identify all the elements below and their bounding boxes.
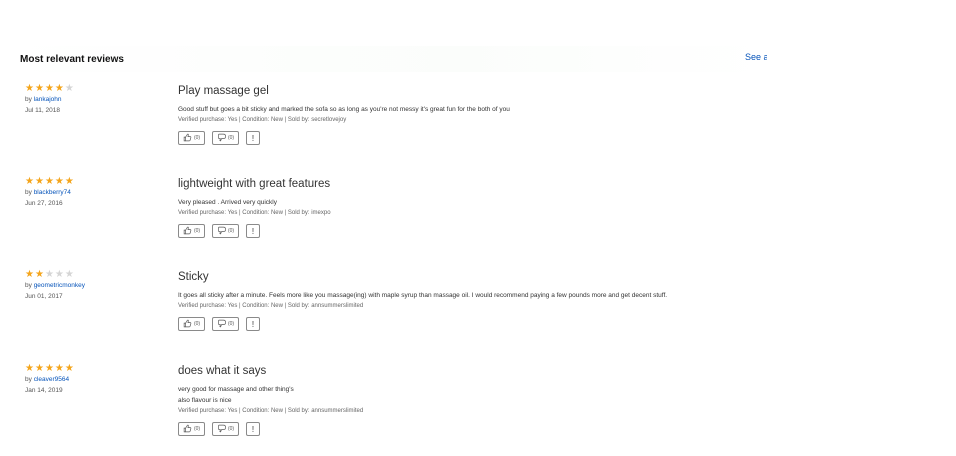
report-button[interactable]: ! (246, 224, 260, 238)
review-title: does what it says (178, 365, 267, 377)
review-content: does what it says very good for massage … (178, 364, 938, 436)
star-rating: ★ ★ ★ ★ ★ (25, 84, 165, 94)
review-byline: by blackberry74 (25, 189, 165, 196)
review-meta: Verified purchase: Yes | Condition: New … (178, 210, 331, 216)
review-actions: (0) (0) ! (178, 422, 938, 436)
not-helpful-button[interactable]: (0) (212, 224, 239, 238)
star-rating: ★ ★ ★ ★ ★ (25, 177, 165, 187)
review-actions: (0) (0) ! (178, 224, 938, 238)
star-filled-icon: ★ (64, 363, 74, 374)
star-filled-icon: ★ (34, 363, 44, 374)
helpful-count: (0) (193, 426, 201, 432)
by-prefix: by (25, 189, 32, 196)
review-author-column: ★ ★ ★ ★ ★ by lankajohn Jul 11, 2018 (25, 84, 165, 115)
helpful-count: (0) (193, 135, 201, 141)
star-filled-icon: ★ (34, 83, 44, 94)
review-actions: (0) (0) ! (178, 131, 938, 145)
report-button[interactable]: ! (246, 131, 260, 145)
star-filled-icon: ★ (54, 83, 64, 94)
star-filled-icon: ★ (25, 269, 34, 280)
reviewer-link[interactable]: geometricmonkey (34, 282, 85, 289)
by-prefix: by (25, 376, 32, 383)
star-filled-icon: ★ (34, 269, 44, 280)
reviewer-link[interactable]: cleaver9564 (34, 376, 69, 383)
thumbs-down-icon (217, 133, 226, 144)
review-body: Very pleased . Arrived very quickly (178, 197, 938, 208)
section-title: Most relevant reviews (20, 54, 124, 65)
review-date: Jun 27, 2016 (25, 200, 63, 207)
unhelpful-count: (0) (227, 426, 235, 432)
unhelpful-count: (0) (227, 321, 235, 327)
review-author-column: ★ ★ ★ ★ ★ by geometricmonkey Jun 01, 2017 (25, 270, 165, 301)
star-empty-icon: ★ (54, 269, 64, 280)
review-byline: by geometricmonkey (25, 282, 165, 289)
star-filled-icon: ★ (44, 83, 54, 94)
reviewer-link[interactable]: blackberry74 (34, 189, 71, 196)
not-helpful-button[interactable]: (0) (212, 131, 239, 145)
star-empty-icon: ★ (64, 83, 74, 94)
see-all-reviews-link[interactable]: See all (745, 52, 767, 62)
review-actions: (0) (0) ! (178, 317, 938, 331)
review-date: Jul 11, 2018 (25, 107, 60, 114)
star-filled-icon: ★ (44, 176, 54, 187)
review-byline: by lankajohn (25, 96, 165, 103)
thumbs-up-icon (183, 319, 192, 330)
thumbs-up-icon (183, 424, 192, 435)
star-filled-icon: ★ (25, 176, 34, 187)
star-rating: ★ ★ ★ ★ ★ (25, 364, 165, 374)
review-title: lightweight with great features (178, 178, 331, 190)
review-body: Good stuff but goes a bit sticky and mar… (178, 104, 938, 115)
report-button[interactable]: ! (246, 422, 260, 436)
review-body-line: Good stuff but goes a bit sticky and mar… (178, 106, 510, 113)
review-date: Jun 01, 2017 (25, 293, 63, 300)
review-content: Sticky It goes all sticky after a minute… (178, 270, 938, 331)
star-rating: ★ ★ ★ ★ ★ (25, 270, 165, 280)
review-body-line: Very pleased . Arrived very quickly (178, 199, 277, 206)
star-empty-icon: ★ (44, 269, 54, 280)
thumbs-down-icon (217, 319, 226, 330)
review-meta: Verified purchase: Yes | Condition: New … (178, 117, 347, 123)
review-byline: by cleaver9564 (25, 376, 165, 383)
helpful-count: (0) (193, 321, 201, 327)
thumbs-up-icon (183, 133, 192, 144)
reviewer-link[interactable]: lankajohn (34, 96, 62, 103)
thumbs-down-icon (217, 424, 226, 435)
review-content: Play massage gel Good stuff but goes a b… (178, 84, 938, 145)
star-filled-icon: ★ (54, 176, 64, 187)
review-body-line: very good for massage and other thing's (178, 386, 294, 393)
thumbs-up-icon (183, 226, 192, 237)
review-body: very good for massage and other thing's a… (178, 384, 938, 406)
by-prefix: by (25, 96, 32, 103)
helpful-count: (0) (193, 228, 201, 234)
star-filled-icon: ★ (54, 363, 64, 374)
unhelpful-count: (0) (227, 135, 235, 141)
not-helpful-button[interactable]: (0) (212, 317, 239, 331)
star-filled-icon: ★ (25, 83, 34, 94)
review-body: It goes all sticky after a minute. Feels… (178, 290, 938, 301)
review-meta: Verified purchase: Yes | Condition: New … (178, 408, 364, 414)
star-empty-icon: ★ (64, 269, 74, 280)
review-date: Jan 14, 2019 (25, 387, 63, 394)
review-author-column: ★ ★ ★ ★ ★ by cleaver9564 Jan 14, 2019 (25, 364, 165, 395)
star-filled-icon: ★ (64, 176, 74, 187)
review-content: lightweight with great features Very ple… (178, 177, 938, 238)
thumbs-down-icon (217, 226, 226, 237)
not-helpful-button[interactable]: (0) (212, 422, 239, 436)
review-body-line: It goes all sticky after a minute. Feels… (178, 292, 668, 299)
star-filled-icon: ★ (25, 363, 34, 374)
helpful-button[interactable]: (0) (178, 224, 205, 238)
review-title: Play massage gel (178, 85, 269, 97)
review-body-line: also flavour is nice (178, 397, 232, 404)
review-meta: Verified purchase: Yes | Condition: New … (178, 303, 364, 309)
by-prefix: by (25, 282, 32, 289)
unhelpful-count: (0) (227, 228, 235, 234)
helpful-button[interactable]: (0) (178, 422, 205, 436)
review-author-column: ★ ★ ★ ★ ★ by blackberry74 Jun 27, 2016 (25, 177, 165, 208)
star-filled-icon: ★ (44, 363, 54, 374)
report-button[interactable]: ! (246, 317, 260, 331)
star-filled-icon: ★ (34, 176, 44, 187)
review-title: Sticky (178, 271, 209, 283)
helpful-button[interactable]: (0) (178, 131, 205, 145)
helpful-button[interactable]: (0) (178, 317, 205, 331)
